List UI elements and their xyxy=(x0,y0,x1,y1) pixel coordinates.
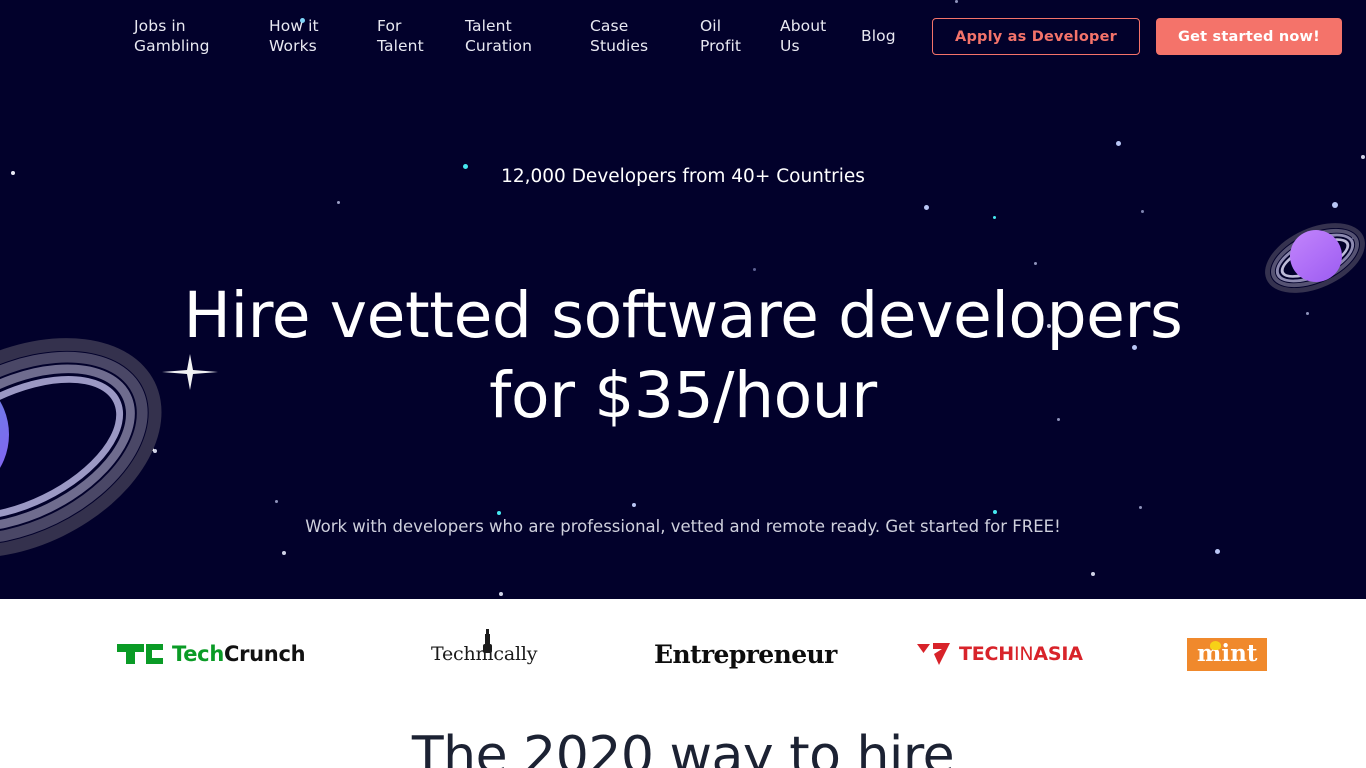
star-dot xyxy=(151,448,154,451)
star-dot xyxy=(1091,572,1095,576)
hero-headline: Hire vetted software developers for $35/… xyxy=(183,279,1183,432)
star-dot xyxy=(1306,312,1309,315)
star-dot xyxy=(753,268,756,271)
star-dot xyxy=(1141,210,1144,213)
nav-item-how-it-works[interactable]: How it Works xyxy=(269,16,319,56)
planet-right-graphic xyxy=(1254,209,1366,307)
star-dot xyxy=(1116,141,1121,146)
hero-section: Jobs in Gambling How it Works For Talent Ta… xyxy=(0,0,1366,599)
star-dot xyxy=(1034,262,1037,265)
star-dot xyxy=(1352,236,1355,239)
techinasia-tech-text: TECH xyxy=(959,643,1014,665)
techinasia-mark-icon xyxy=(917,642,951,666)
apply-as-developer-button[interactable]: Apply as Developer xyxy=(932,18,1140,55)
nav-item-jobs-in-gambling[interactable]: Jobs in Gambling xyxy=(134,16,210,56)
techcrunch-tech-text: Tech xyxy=(172,642,224,666)
star-dot xyxy=(499,592,503,596)
get-started-now-button[interactable]: Get started now! xyxy=(1156,18,1342,55)
star-dot xyxy=(993,216,996,219)
star-dot xyxy=(632,503,636,507)
star-dot xyxy=(337,201,340,204)
star-dot xyxy=(282,551,286,555)
logo-techinasia: TECHINASIA xyxy=(917,599,1083,709)
techinasia-in-text: IN xyxy=(1014,643,1034,665)
entrepreneur-text: Entrepreneur xyxy=(654,639,837,669)
nav-item-about-us[interactable]: About Us xyxy=(780,16,826,56)
hero-subcopy: Work with developers who are professiona… xyxy=(305,517,1061,536)
star-dot xyxy=(1332,202,1338,208)
star-dot xyxy=(34,540,38,544)
nav-item-oil-profit[interactable]: Oil Profit xyxy=(700,16,741,56)
nav-item-for-talent[interactable]: For Talent xyxy=(377,16,424,56)
star-dot xyxy=(1361,155,1365,159)
nav-item-case-studies[interactable]: Case Studies xyxy=(590,16,648,56)
techcrunch-mark-icon xyxy=(117,644,163,664)
star-dot xyxy=(1139,506,1142,509)
logo-mint: mint xyxy=(1187,599,1268,709)
logo-technically: Technically xyxy=(431,599,537,709)
star-dot xyxy=(924,205,929,210)
main-navigation: Jobs in Gambling How it Works For Talent Ta… xyxy=(0,0,1366,72)
planet-left-graphic xyxy=(0,294,210,599)
techcrunch-crunch-text: Crunch xyxy=(223,642,306,666)
hero-eyebrow: 12,000 Developers from 40+ Countries xyxy=(501,166,865,187)
star-dot xyxy=(1215,549,1220,554)
logo-entrepreneur: Entrepreneur xyxy=(654,599,837,709)
logo-techcrunch: Tech Crunch xyxy=(117,599,306,709)
nav-item-blog[interactable]: Blog xyxy=(861,26,896,46)
mint-dot-icon xyxy=(1210,640,1221,650)
techinasia-asia-text: ASIA xyxy=(1033,643,1083,665)
press-logos-section: Tech Crunch Technically Entrepreneur TECH… xyxy=(0,599,1366,709)
tower-icon xyxy=(483,629,492,653)
nav-item-talent-curation[interactable]: Talent Curation xyxy=(465,16,532,56)
mint-text: mint xyxy=(1197,639,1258,667)
star-dot xyxy=(275,500,278,503)
next-section-heading: The 2020 way to hire xyxy=(411,726,955,768)
